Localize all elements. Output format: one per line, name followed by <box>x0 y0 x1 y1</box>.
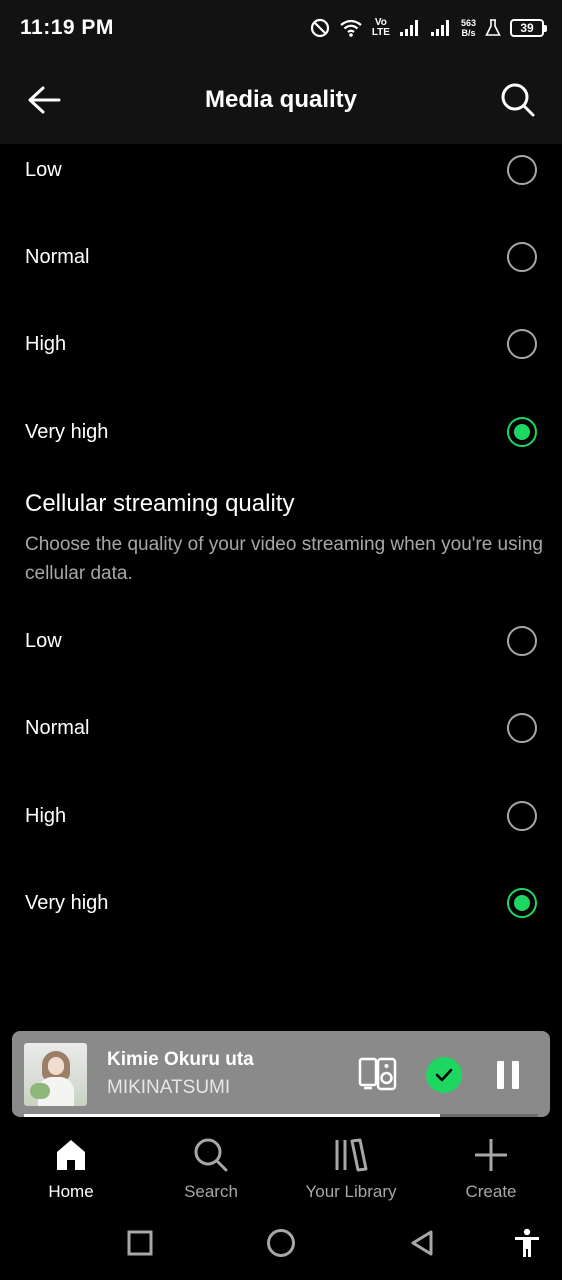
quality-option-high[interactable]: High <box>0 314 562 374</box>
system-navigation-bar <box>0 1210 562 1280</box>
nav-library-label: Your Library <box>305 1182 397 1201</box>
search-icon <box>194 1138 228 1172</box>
liked-button[interactable] <box>426 1057 462 1093</box>
network-speed-value: 563 <box>460 18 476 28</box>
nav-home[interactable]: Home <box>1 1133 141 1208</box>
square-icon <box>127 1230 153 1256</box>
option-label: Low <box>25 629 62 652</box>
radio-button[interactable] <box>507 329 537 359</box>
option-label: High <box>25 332 67 355</box>
radio-button[interactable] <box>507 626 537 656</box>
quality-option-very-high[interactable]: Very high <box>0 402 562 462</box>
flask-icon <box>485 19 501 36</box>
volte-indicator: Vo LTE <box>372 18 390 38</box>
accessibility-button[interactable] <box>507 1226 547 1260</box>
radio-button-selected[interactable] <box>507 417 537 447</box>
section-description: Choose the quality of your video streami… <box>25 534 543 584</box>
pause-icon <box>512 1061 519 1089</box>
library-icon <box>335 1138 368 1172</box>
status-bar: 11:19 PM Vo LTE 563 B/s 39 <box>0 0 562 56</box>
radio-button[interactable] <box>507 713 537 743</box>
option-label: Very high <box>25 420 109 443</box>
track-artist: MIKINATSUMI <box>107 1077 231 1098</box>
bottom-navigation: Home Search Your Library Create <box>0 1125 562 1210</box>
track-title: Kimie Okuru uta <box>107 1049 254 1070</box>
nav-create[interactable]: Create <box>421 1133 561 1208</box>
pause-button[interactable] <box>490 1057 526 1093</box>
nav-home-label: Home <box>48 1182 94 1201</box>
search-button[interactable] <box>498 80 538 120</box>
triangle-back-icon <box>411 1230 433 1256</box>
circle-icon <box>267 1229 295 1257</box>
battery-level: 39 <box>520 21 534 35</box>
accessibility-icon <box>515 1228 539 1257</box>
nav-search-label: Search <box>184 1182 238 1201</box>
nav-library[interactable]: Your Library <box>281 1133 421 1208</box>
status-icons: Vo LTE 563 B/s 39 <box>310 14 547 42</box>
mini-player[interactable]: Kimie Okuru uta MIKINATSUMI <box>12 1031 550 1117</box>
network-speed: 563 B/s <box>461 18 476 38</box>
radio-button[interactable] <box>507 155 537 185</box>
quality-option-normal[interactable]: Normal <box>0 227 562 287</box>
search-icon <box>501 83 535 117</box>
home-system-button[interactable] <box>261 1226 301 1260</box>
radio-button-selected[interactable] <box>507 888 537 918</box>
nav-search[interactable]: Search <box>141 1133 281 1208</box>
signal-icon <box>399 20 418 36</box>
cellular-option-normal[interactable]: Normal <box>0 698 562 758</box>
back-system-button[interactable] <box>402 1226 442 1260</box>
cellular-option-very-high[interactable]: Very high <box>0 873 562 933</box>
radio-button[interactable] <box>507 242 537 272</box>
home-icon <box>57 1140 85 1170</box>
option-label: Very high <box>25 891 109 914</box>
cellular-option-low[interactable]: Low <box>0 611 562 671</box>
nav-create-label: Create <box>465 1182 517 1201</box>
network-speed-unit: B/s <box>461 28 476 38</box>
plus-icon <box>475 1139 507 1171</box>
section-title: Cellular streaming quality <box>25 490 295 517</box>
wifi-icon <box>340 19 362 37</box>
status-time: 11:19 PM <box>20 16 114 39</box>
signal-icon <box>430 20 449 36</box>
album-art <box>24 1043 87 1106</box>
playback-progress-fill <box>24 1114 441 1117</box>
app-bar: Media quality <box>0 56 562 144</box>
option-label: High <box>25 804 67 827</box>
option-label: Normal <box>25 716 90 739</box>
quality-option-low[interactable]: Low <box>0 140 562 200</box>
check-icon <box>435 1068 453 1082</box>
devices-icon <box>358 1057 397 1091</box>
playback-progress[interactable] <box>24 1114 538 1117</box>
recents-button[interactable] <box>120 1226 160 1260</box>
battery-icon: 39 <box>510 19 547 37</box>
connect-device-button[interactable] <box>358 1055 398 1093</box>
pause-icon <box>497 1061 504 1089</box>
option-label: Low <box>25 158 62 181</box>
page-title: Media quality <box>204 86 358 113</box>
cellular-option-high[interactable]: High <box>0 786 562 846</box>
option-label: Normal <box>25 245 90 268</box>
volte-bottom: LTE <box>371 27 390 38</box>
do-not-disturb-icon <box>310 18 329 38</box>
radio-button[interactable] <box>507 801 537 831</box>
